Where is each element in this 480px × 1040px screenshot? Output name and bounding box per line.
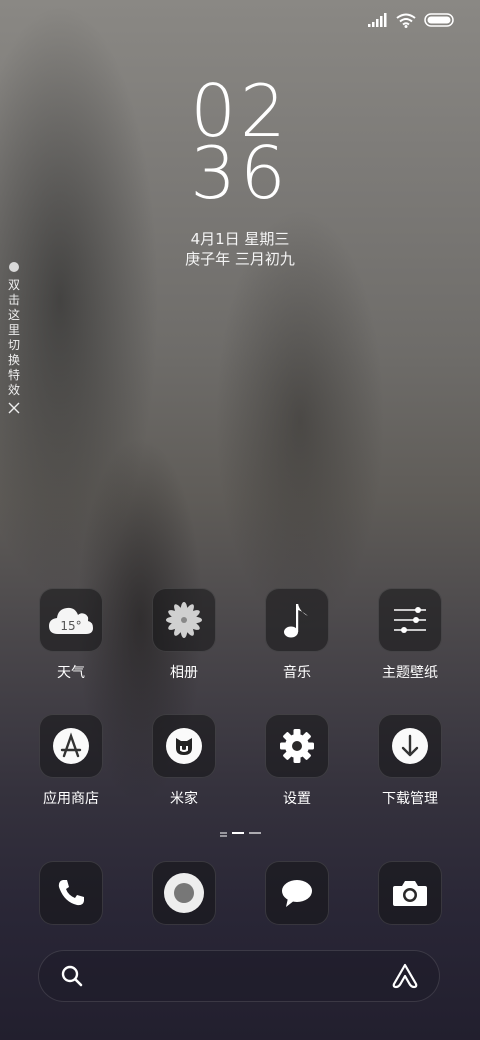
- app-app-store[interactable]: 应用商店: [15, 714, 127, 808]
- dock-browser[interactable]: [128, 861, 240, 925]
- camera-icon: [393, 881, 427, 906]
- signal-icon: [368, 13, 387, 27]
- gallery-icon-box[interactable]: [152, 588, 216, 652]
- gallery-flower-icon: [166, 602, 202, 638]
- app-weather[interactable]: 15° 天气: [15, 588, 127, 682]
- page-indicator: [220, 832, 261, 834]
- status-bar: [368, 10, 454, 30]
- theme-sliders-icon: [394, 607, 426, 633]
- app-label-music: 音乐: [283, 665, 311, 681]
- app-themes[interactable]: 主题壁纸: [354, 588, 466, 682]
- music-note-icon: [284, 604, 308, 638]
- clock-minute: 36: [190, 131, 290, 215]
- app-store-icon-box[interactable]: [39, 714, 103, 778]
- app-gallery[interactable]: 相册: [128, 588, 240, 682]
- downloads-icon-box[interactable]: [378, 714, 442, 778]
- date-gregorian: 4月1日 星期三: [190, 230, 290, 248]
- phone-icon: [58, 880, 84, 906]
- assistant-logo-icon[interactable]: [390, 962, 420, 990]
- app-label-weather: 天气: [57, 665, 85, 681]
- weather-temp: 15°: [60, 619, 81, 633]
- messages-icon-box[interactable]: [265, 861, 329, 925]
- settings-gear-icon: [280, 729, 314, 763]
- close-icon[interactable]: [8, 402, 20, 414]
- effect-switch-tab[interactable]: 双击这里切换特效: [6, 262, 22, 414]
- dock-messages[interactable]: [241, 861, 353, 925]
- page-dot: [249, 832, 261, 834]
- app-music[interactable]: 音乐: [241, 588, 353, 682]
- effect-switch-text: 双击这里切换特效: [7, 278, 20, 397]
- app-label-downloads: 下载管理: [382, 791, 438, 807]
- dock-camera[interactable]: [354, 861, 466, 925]
- music-icon-box[interactable]: [265, 588, 329, 652]
- weather-icon-box[interactable]: 15°: [39, 588, 103, 652]
- browser-icon-box[interactable]: [152, 861, 216, 925]
- themes-icon-box[interactable]: [378, 588, 442, 652]
- settings-icon-box[interactable]: [265, 714, 329, 778]
- message-bubble-icon: [282, 880, 312, 907]
- dock-phone[interactable]: [15, 861, 127, 925]
- mijia-icon: [166, 728, 202, 764]
- camera-icon-box[interactable]: [378, 861, 442, 925]
- app-downloads[interactable]: 下载管理: [354, 714, 466, 808]
- battery-icon: [424, 13, 454, 27]
- page-dot-current: [232, 832, 244, 834]
- download-arrow-icon: [392, 728, 428, 764]
- search-icon[interactable]: [60, 964, 84, 988]
- app-label-themes: 主题壁纸: [382, 665, 438, 681]
- app-label-app-store: 应用商店: [43, 791, 99, 807]
- search-bar[interactable]: [38, 950, 440, 1002]
- app-label-settings: 设置: [283, 791, 311, 807]
- wifi-icon: [396, 13, 416, 28]
- browser-circle-icon: [164, 873, 204, 913]
- date-lunar: 庚子年 三月初九: [185, 250, 295, 268]
- app-mijia[interactable]: 米家: [128, 714, 240, 808]
- mijia-icon-box[interactable]: [152, 714, 216, 778]
- page-dot: [220, 832, 227, 834]
- app-store-icon: [53, 728, 89, 764]
- handle-dot: [9, 262, 19, 272]
- lockscreen-clock: 02 36: [0, 75, 480, 215]
- app-label-gallery: 相册: [170, 665, 198, 681]
- weather-cloud-icon: 15°: [49, 607, 93, 634]
- phone-icon-box[interactable]: [39, 861, 103, 925]
- app-settings[interactable]: 设置: [241, 714, 353, 808]
- app-label-mijia: 米家: [170, 791, 198, 807]
